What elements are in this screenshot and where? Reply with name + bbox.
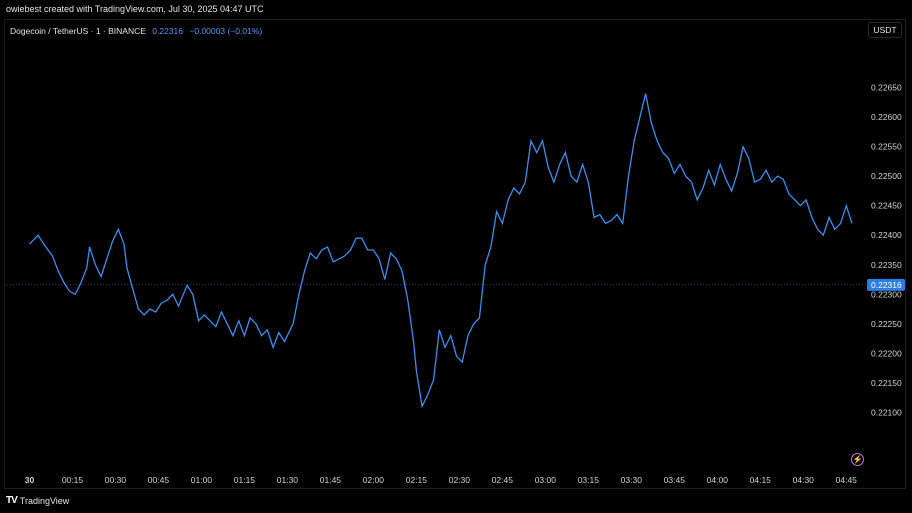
- x-tick-label: 04:45: [836, 475, 858, 485]
- x-tick-label: 30: [25, 475, 35, 485]
- x-tick-label: 03:00: [535, 475, 557, 485]
- x-tick-label: 02:00: [363, 475, 385, 485]
- x-tick-label: 04:00: [707, 475, 729, 485]
- x-tick-label: 04:15: [750, 475, 772, 485]
- y-tick-label: 0.22150: [871, 378, 902, 388]
- x-tick-label: 01:15: [234, 475, 256, 485]
- y-tick-label: 0.22350: [871, 260, 902, 270]
- symbol-legend[interactable]: Dogecoin / TetherUS · 1 · BINANCE 0.2231…: [10, 26, 262, 36]
- x-tick-label: 01:30: [277, 475, 299, 485]
- last-price-tag: 0.22316: [867, 278, 905, 291]
- x-tick-label: 03:45: [664, 475, 686, 485]
- brand-name: TradingView: [19, 495, 70, 506]
- tv-logo-icon: TV: [6, 495, 18, 506]
- x-tick-label: 02:15: [406, 475, 428, 485]
- price-chart[interactable]: 0.221000.221500.222000.222500.223000.223…: [0, 0, 912, 513]
- x-tick-label: 03:30: [621, 475, 643, 485]
- lightning-icon[interactable]: ⚡: [851, 453, 864, 466]
- y-tick-label: 0.22200: [871, 348, 902, 358]
- x-tick-label: 00:45: [148, 475, 170, 485]
- tradingview-logo[interactable]: TV TradingView: [6, 495, 69, 506]
- y-tick-label: 0.22100: [871, 407, 902, 417]
- svg-text:0.22316: 0.22316: [871, 280, 902, 290]
- y-tick-label: 0.22250: [871, 319, 902, 329]
- price-series-line: [29, 93, 853, 409]
- x-tick-label: 03:15: [578, 475, 600, 485]
- x-tick-label: 00:15: [62, 475, 84, 485]
- symbol-name: Dogecoin / TetherUS · 1 · BINANCE: [10, 26, 146, 36]
- y-tick-label: 0.22450: [871, 201, 902, 211]
- x-tick-label: 02:45: [492, 475, 514, 485]
- legend-change: −0.00003 (−0.01%): [189, 26, 263, 36]
- y-tick-label: 0.22650: [871, 83, 902, 93]
- y-tick-label: 0.22550: [871, 142, 902, 152]
- y-tick-label: 0.22500: [871, 171, 902, 181]
- x-tick-label: 00:30: [105, 475, 127, 485]
- x-tick-label: 04:30: [793, 475, 815, 485]
- x-tick-label: 01:00: [191, 475, 213, 485]
- x-tick-label: 01:45: [320, 475, 342, 485]
- currency-button[interactable]: USDT: [868, 22, 902, 38]
- legend-price: 0.22316: [152, 26, 184, 36]
- x-tick-label: 02:30: [449, 475, 471, 485]
- y-tick-label: 0.22400: [871, 230, 902, 240]
- y-tick-label: 0.22600: [871, 112, 902, 122]
